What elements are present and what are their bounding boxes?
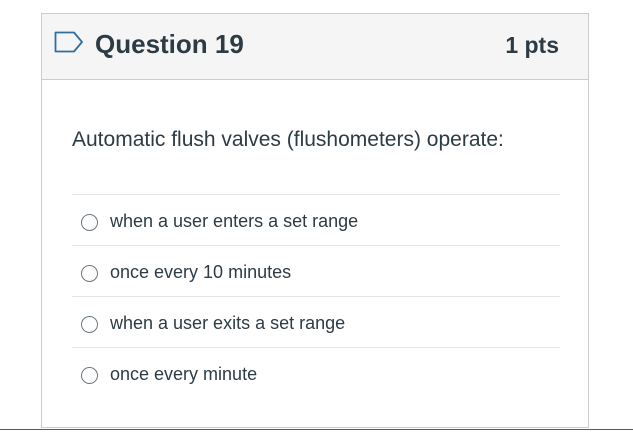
answer-label: once every minute xyxy=(110,364,258,384)
answer-option[interactable]: when a user enters a set range xyxy=(72,194,560,245)
flag-icon[interactable] xyxy=(54,31,84,53)
question-title: Question 19 xyxy=(95,29,244,59)
answer-option[interactable]: once every minute xyxy=(72,347,560,398)
answer-label: when a user exits a set range xyxy=(110,313,346,333)
question-text: Automatic flush valves (flushometers) op… xyxy=(72,128,504,151)
radio-button[interactable] xyxy=(81,367,98,384)
answer-label: when a user enters a set range xyxy=(110,211,359,231)
question-card: Question 19 1 pts Automatic flush valves… xyxy=(41,13,589,428)
answer-list: when a user enters a set range once ever… xyxy=(72,194,560,398)
radio-button[interactable] xyxy=(81,316,98,333)
answer-option[interactable]: once every 10 minutes xyxy=(72,245,560,296)
answer-label: once every 10 minutes xyxy=(110,262,292,282)
question-points: 1 pts xyxy=(505,32,559,58)
question-header: Question 19 1 pts xyxy=(42,14,588,80)
answer-option[interactable]: when a user exits a set range xyxy=(72,296,560,347)
radio-button[interactable] xyxy=(81,265,98,282)
radio-button[interactable] xyxy=(81,214,98,231)
page-divider xyxy=(0,429,633,430)
